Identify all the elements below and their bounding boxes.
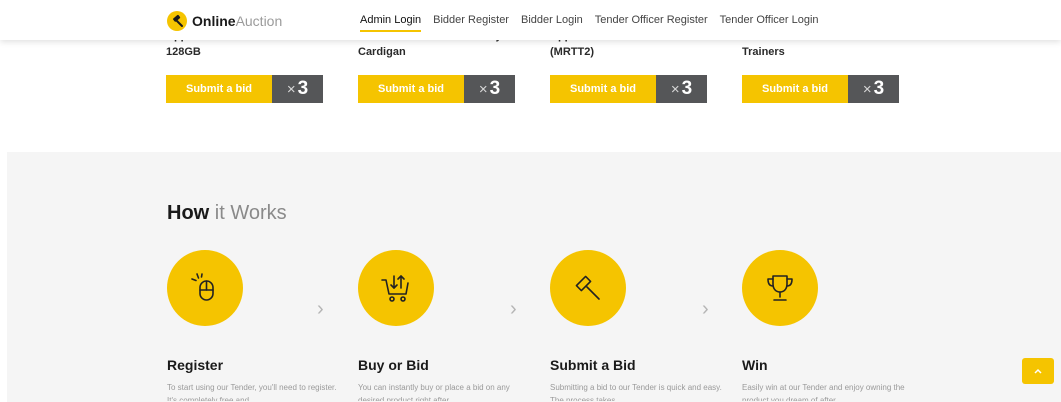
bid-count-badge: × 3	[272, 75, 323, 103]
bid-count-badge: × 3	[464, 75, 515, 103]
step-title: Register	[167, 357, 224, 373]
step-description: To start using our Tender, you'll need t…	[167, 383, 337, 401]
nav-admin-login[interactable]: Admin Login	[360, 14, 422, 32]
gavel-icon	[575, 275, 600, 300]
chevron-right-icon: ›	[510, 298, 517, 320]
nav-bidder-register[interactable]: Bidder Register	[433, 14, 509, 32]
step-circle	[742, 250, 818, 326]
chevron-right-icon: ›	[317, 298, 324, 320]
step-circle	[358, 250, 434, 326]
how-it-works-section: How it Works Register To start using our…	[7, 152, 1061, 402]
chevron-up-icon	[1034, 368, 1042, 374]
bid-count-badge: × 3	[656, 75, 707, 103]
nav-tender-officer-register[interactable]: Tender Officer Register	[595, 14, 708, 32]
bid-row: Submit a bid × 3	[550, 75, 707, 103]
bid-row: Submit a bid × 3	[166, 75, 323, 103]
submit-bid-button[interactable]: Submit a bid	[742, 75, 848, 103]
site-logo[interactable]: OnlineAuction	[167, 11, 282, 31]
submit-bid-button[interactable]: Submit a bid	[358, 75, 464, 103]
step-win: Win Easily win at our Tender and enjoy o…	[742, 250, 922, 401]
nav-tender-officer-login[interactable]: Tender Officer Login	[720, 14, 819, 32]
gavel-logo-icon	[167, 11, 187, 31]
chevron-right-icon: ›	[702, 298, 709, 320]
step-circle	[550, 250, 626, 326]
trophy-icon	[767, 275, 793, 301]
nav-bidder-login[interactable]: Bidder Login	[521, 14, 583, 32]
step-description: You can instantly buy or place a bid on …	[358, 383, 510, 401]
site-header: OnlineAuction Admin Login Bidder Registe…	[0, 0, 1061, 40]
step-description: Submitting a bid to our Tender is quick …	[550, 383, 722, 401]
submit-bid-button[interactable]: Submit a bid	[550, 75, 656, 103]
main-nav: Admin Login Bidder Register Bidder Login…	[360, 14, 831, 32]
submit-bid-button[interactable]: Submit a bid	[166, 75, 272, 103]
step-title: Win	[742, 357, 768, 373]
step-circle	[167, 250, 243, 326]
mouse-click-icon	[191, 273, 214, 301]
bid-row: Submit a bid × 3	[742, 75, 899, 103]
step-title: Buy or Bid	[358, 357, 429, 373]
section-title: How it Works	[167, 202, 287, 224]
bid-count-badge: × 3	[848, 75, 899, 103]
scroll-to-top-button[interactable]	[1022, 358, 1054, 384]
bid-row: Submit a bid × 3	[358, 75, 515, 103]
step-description: Easily win at our Tender and enjoy ownin…	[742, 383, 905, 401]
cart-icon	[381, 275, 409, 302]
step-title: Submit a Bid	[550, 357, 636, 373]
